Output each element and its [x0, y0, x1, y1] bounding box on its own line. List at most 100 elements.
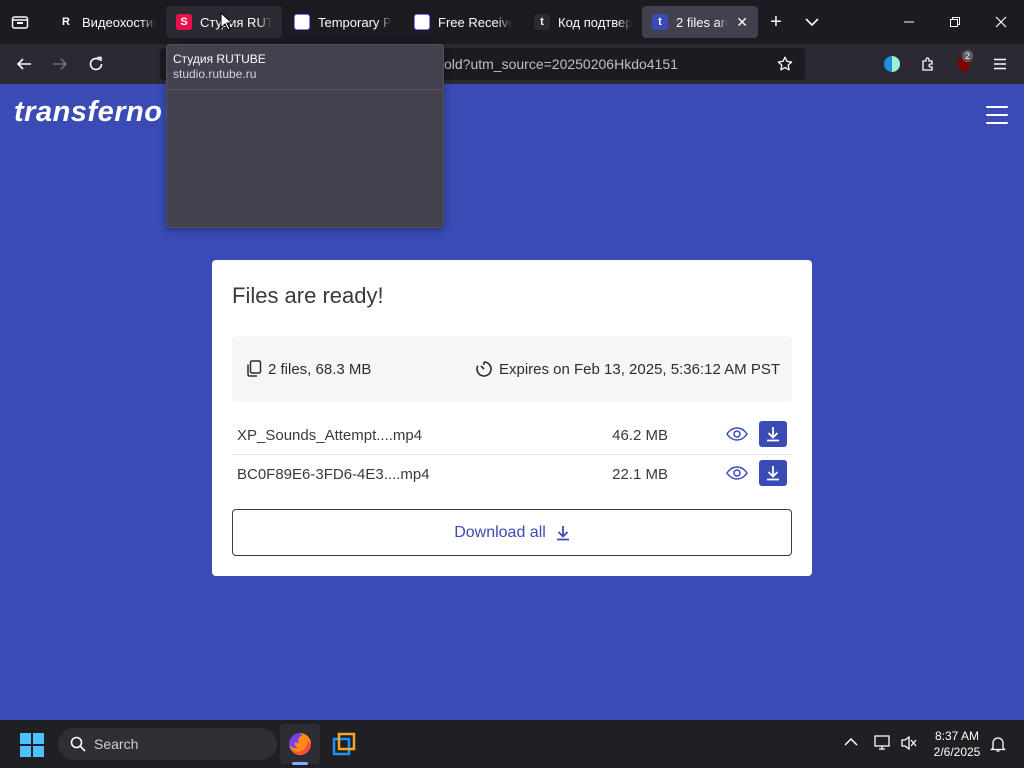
extension-button[interactable] [876, 48, 908, 80]
app-menu-button[interactable] [984, 48, 1016, 80]
url-text: old?utm_source=20250206Hkdo4151 [444, 56, 678, 72]
file-name: XP_Sounds_Attempt....mp4 [237, 427, 423, 444]
close-window-button[interactable] [978, 0, 1024, 44]
tab-verification-code[interactable]: t Код подтверж [524, 6, 642, 38]
navigation-toolbar: old?utm_source=20250206Hkdo4151 [0, 44, 1024, 84]
menu-icon [994, 58, 1006, 70]
list-all-tabs-button[interactable] [794, 6, 830, 38]
network-tray-button[interactable] [874, 735, 892, 756]
tab-strip: R Видеохостинг S Студия RUTUBE Temporary… [0, 0, 1024, 44]
new-tab-button[interactable]: + [758, 6, 794, 38]
tooltip-title: Студия RUTUBE [173, 52, 266, 66]
chevron-up-icon [844, 737, 858, 746]
card-title: Files are ready! [232, 283, 384, 308]
reload-button[interactable] [80, 48, 112, 80]
expiry-info: Expires on Feb 13, 2025, 5:36:12 AM PST [475, 360, 780, 378]
tab-temporary-phone[interactable]: Temporary Ph [284, 6, 402, 38]
expiry-text: Expires on Feb 13, 2025, 5:36:12 AM PST [498, 360, 780, 378]
tab-title: Видеохостинг [82, 14, 156, 30]
close-tab-icon[interactable]: ✕ [736, 14, 748, 31]
taskbar-vmware[interactable] [324, 724, 364, 764]
firefox-icon [289, 733, 311, 755]
files-summary: 2 files, 68.3 MB [246, 360, 371, 378]
site-menu-button[interactable] [986, 106, 1008, 124]
restore-icon [950, 17, 960, 27]
search-placeholder: Search [94, 736, 139, 752]
page-favicon-icon [414, 14, 430, 30]
search-icon [70, 736, 86, 752]
windows-start-icon[interactable] [20, 733, 44, 757]
menu-line [986, 122, 1008, 124]
file-row: XP_Sounds_Attempt....mp4 46.2 MB [232, 416, 792, 454]
file-row: BC0F89E6-3FD6-4E3....mp4 22.1 MB [232, 455, 792, 493]
files-summary-text: 2 files, 68.3 MB [268, 360, 372, 378]
back-button[interactable] [8, 48, 40, 80]
menu-line [986, 114, 1008, 116]
speaker-muted-icon [901, 735, 917, 751]
network-icon [874, 735, 890, 750]
download-file-button[interactable] [759, 460, 787, 486]
tab-transferno-active[interactable]: t 2 files are av ✕ [642, 6, 758, 38]
tooltip-url: studio.rutube.ru [173, 67, 257, 81]
back-arrow-icon [16, 58, 31, 70]
download-icon [556, 525, 569, 540]
tooltip-divider [167, 89, 443, 90]
transferno-logo[interactable]: transferno [14, 96, 162, 129]
timer-icon [476, 361, 492, 377]
download-all-label: Download all [454, 523, 546, 541]
notification-badge: 2 [962, 50, 974, 62]
rutube-studio-favicon-icon: S [176, 14, 192, 30]
puzzle-icon [922, 57, 933, 71]
volume-tray-button[interactable] [900, 735, 918, 756]
notifications-button[interactable] [989, 735, 1007, 758]
forward-button[interactable] [44, 48, 76, 80]
files-info-box: 2 files, 68.3 MB Expires on Feb 13, 2025… [232, 336, 792, 402]
page-favicon-icon [294, 14, 310, 30]
extension-circle-icon [884, 56, 900, 72]
rutube-favicon-icon: R [58, 14, 74, 30]
download-icon [767, 466, 779, 481]
file-size: 46.2 MB [612, 427, 668, 444]
eye-icon[interactable] [726, 425, 748, 443]
system-clock[interactable]: 8:37 AM 2/6/2025 [922, 728, 992, 760]
star-icon [777, 56, 793, 71]
show-hidden-icons-button[interactable] [844, 734, 858, 752]
tab-videohosting[interactable]: R Видеохостинг [48, 6, 166, 38]
tab-free-receive-sms[interactable]: Free Receive S [404, 6, 522, 38]
windows-taskbar: Search 8:37 AM 2/6/2025 [0, 720, 1024, 768]
download-icon [767, 427, 779, 442]
active-app-indicator [292, 762, 308, 765]
t-favicon-icon: t [534, 14, 550, 30]
tab-title: Free Receive S [438, 14, 512, 30]
plus-icon: + [770, 10, 782, 33]
file-size: 22.1 MB [612, 466, 668, 483]
close-icon [995, 16, 1007, 28]
tab-title: 2 files are av [676, 14, 728, 30]
tab-title: Temporary Ph [318, 14, 392, 30]
firefox-view-button[interactable] [0, 0, 40, 44]
bell-icon [989, 737, 1007, 752]
forward-arrow-icon [53, 58, 68, 70]
reload-icon [89, 56, 103, 71]
mouse-cursor-icon [220, 12, 234, 31]
files-icon [247, 360, 262, 377]
chevron-down-icon [805, 18, 819, 27]
bookmark-button[interactable] [771, 48, 799, 80]
minimize-icon [904, 21, 914, 23]
taskbar-search[interactable]: Search [58, 728, 277, 760]
clock-time: 8:37 AM [934, 729, 980, 743]
taskbar-firefox[interactable] [280, 724, 320, 764]
minimize-button[interactable] [886, 0, 932, 44]
transferno-favicon-icon: t [652, 14, 668, 30]
download-file-button[interactable] [759, 421, 787, 447]
file-name: BC0F89E6-3FD6-4E3....mp4 [237, 466, 430, 483]
eye-icon[interactable] [726, 464, 748, 482]
firefox-view-icon [11, 16, 29, 29]
clock-date: 2/6/2025 [933, 745, 981, 759]
restore-button[interactable] [932, 0, 978, 44]
download-all-button[interactable]: Download all [232, 509, 792, 556]
tab-hover-preview: Студия RUTUBE studio.rutube.ru [166, 44, 444, 228]
menu-line [986, 106, 1008, 108]
extensions-button[interactable] [912, 48, 944, 80]
files-card: Files are ready! 2 files, 68.3 MB Expire… [212, 260, 812, 576]
